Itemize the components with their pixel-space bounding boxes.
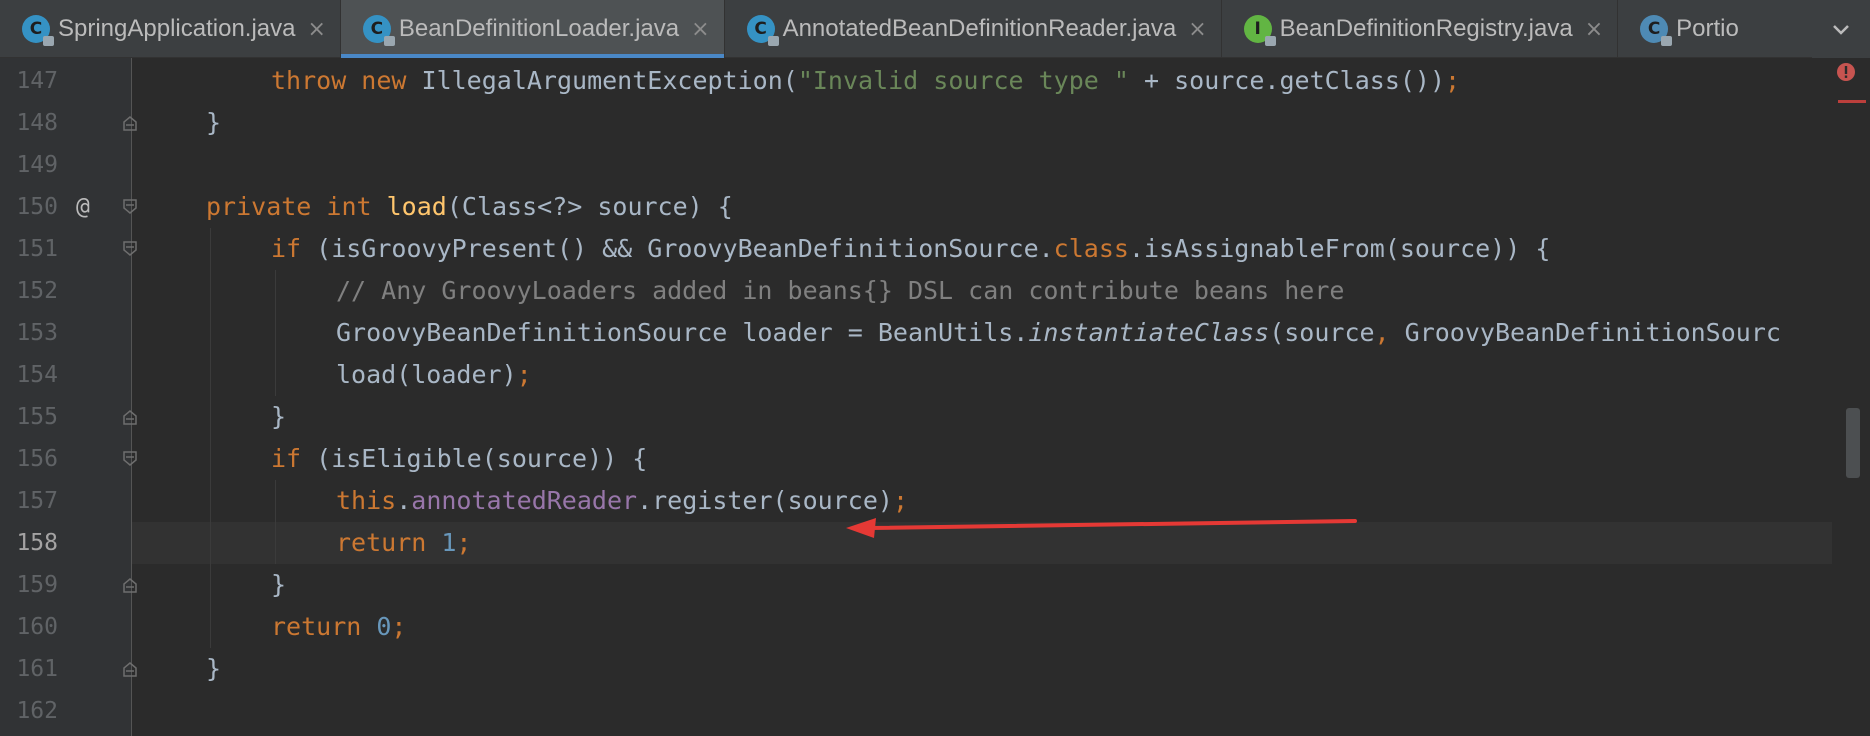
- indent-guide: [210, 228, 211, 648]
- close-icon[interactable]: ×: [1585, 17, 1603, 42]
- line-number: 148: [16, 110, 58, 136]
- code-line-148: }: [206, 108, 222, 137]
- line-number: 159: [16, 572, 58, 598]
- code-line-156: if (isEligible(source)) {: [271, 444, 648, 473]
- line-number: 155: [16, 404, 58, 430]
- code-line-157: this.annotatedReader.register(source);: [336, 486, 908, 515]
- tab-label: Portio: [1676, 15, 1739, 42]
- error-stripe-marker[interactable]: [1838, 100, 1866, 103]
- tab-annotated-bean-definition-reader[interactable]: C AnnotatedBeanDefinitionReader.java ×: [725, 0, 1222, 58]
- line-number: 160: [16, 614, 58, 640]
- code-line-159: }: [271, 570, 287, 599]
- editor-tab-bar: C SpringApplication.java × C BeanDefinit…: [0, 0, 1870, 58]
- line-number: 154: [16, 362, 58, 388]
- line-number: 151: [16, 236, 58, 262]
- editor-gutter[interactable]: 147 148 149 150 151 152 153 154 155 156 …: [0, 58, 137, 736]
- tab-label: BeanDefinitionLoader.java: [398, 15, 680, 42]
- code-line-160: return 0;: [271, 612, 407, 641]
- vertical-scrollbar[interactable]: [1832, 58, 1870, 736]
- tab-spring-application[interactable]: C SpringApplication.java ×: [0, 0, 341, 58]
- class-icon: C: [22, 15, 54, 46]
- line-number: 162: [16, 698, 58, 724]
- close-icon[interactable]: ×: [307, 17, 325, 42]
- code-line-161: }: [206, 654, 222, 683]
- code-line-155: }: [271, 402, 287, 431]
- code-editor[interactable]: throw new IllegalArgumentException("Inva…: [132, 58, 1832, 736]
- tab-label: AnnotatedBeanDefinitionReader.java: [782, 15, 1177, 42]
- code-line-158: return 1;: [336, 528, 472, 557]
- tab-label: SpringApplication.java: [58, 15, 296, 42]
- show-hidden-tabs-button[interactable]: [1812, 0, 1870, 58]
- tab-bean-definition-loader[interactable]: C BeanDefinitionLoader.java ×: [340, 0, 725, 58]
- indent-guide: [275, 480, 276, 564]
- line-number: 149: [16, 152, 58, 178]
- line-number: 157: [16, 488, 58, 514]
- interface-icon: I: [1243, 15, 1276, 46]
- class-icon: C: [1640, 15, 1673, 46]
- code-line-151: if (isGroovyPresent() && GroovyBeanDefin…: [271, 234, 1551, 263]
- line-number: 150: [16, 194, 58, 220]
- class-icon: C: [362, 15, 395, 46]
- line-number: 147: [16, 68, 58, 94]
- tab-portio[interactable]: C Portio: [1618, 0, 1753, 58]
- error-indicator-icon[interactable]: [1836, 62, 1856, 82]
- chevron-down-icon: [1833, 25, 1849, 35]
- class-icon: C: [746, 15, 779, 46]
- close-icon[interactable]: ×: [691, 17, 709, 42]
- code-line-153: GroovyBeanDefinitionSource loader = Bean…: [336, 318, 1781, 347]
- tab-label: BeanDefinitionRegistry.java: [1279, 15, 1573, 42]
- code-line-154: load(loader);: [336, 360, 532, 389]
- tab-bean-definition-registry[interactable]: I BeanDefinitionRegistry.java ×: [1222, 0, 1619, 58]
- indent-guide: [275, 270, 276, 396]
- close-icon[interactable]: ×: [1188, 17, 1206, 42]
- line-number: 153: [16, 320, 58, 346]
- code-line-147: throw new IllegalArgumentException("Inva…: [271, 66, 1461, 95]
- scrollbar-thumb[interactable]: [1846, 408, 1860, 478]
- line-number: 156: [16, 446, 58, 472]
- code-line-152: // Any GroovyLoaders added in beans{} DS…: [336, 276, 1345, 305]
- line-number: 161: [16, 656, 58, 682]
- line-number: 152: [16, 278, 58, 304]
- code-line-150: private int load(Class<?> source) {: [206, 192, 733, 221]
- line-number-current: 158: [16, 530, 58, 556]
- override-marker-icon[interactable]: @: [76, 186, 90, 228]
